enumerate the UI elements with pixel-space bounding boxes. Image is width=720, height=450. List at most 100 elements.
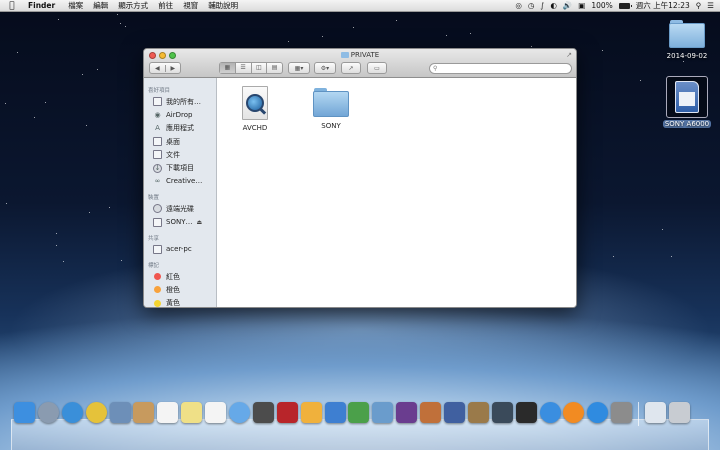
window-title-text: PRIVATE bbox=[350, 51, 380, 59]
sidebar-item-remote-disc[interactable]: 遠端光碟 bbox=[144, 202, 216, 215]
sidebar-item-label: 應用程式 bbox=[166, 124, 194, 133]
sidebar-item-tag-red[interactable]: 紅色 bbox=[144, 270, 216, 283]
sidebar-item-documents[interactable]: 文件 bbox=[144, 148, 216, 161]
drive-selection bbox=[666, 76, 708, 118]
imovie-icon[interactable] bbox=[396, 402, 418, 423]
tag-orange-icon bbox=[154, 286, 161, 294]
all-files-icon bbox=[153, 97, 162, 107]
remote-disc-icon bbox=[153, 204, 162, 214]
desktop-drive[interactable]: SONY A6000 bbox=[660, 76, 714, 128]
dock bbox=[14, 402, 690, 426]
app-store-icon[interactable] bbox=[587, 402, 609, 423]
sidebar-heading-tags: 標記 bbox=[148, 262, 160, 269]
photo-booth-icon[interactable] bbox=[276, 402, 298, 423]
system-preferences-icon[interactable] bbox=[611, 402, 633, 423]
desktop-folder-label: 2014-09-02 bbox=[666, 52, 708, 60]
sidebar-item-tag-yellow[interactable]: 黃色 bbox=[144, 297, 216, 307]
spotlight-icon[interactable]: ⚲ bbox=[696, 1, 702, 10]
battery-icon[interactable] bbox=[618, 2, 632, 9]
wifi-icon[interactable]: ◐ bbox=[550, 1, 557, 10]
app-menu-finder[interactable]: Finder bbox=[24, 1, 63, 10]
folder-icon bbox=[669, 20, 705, 48]
launchpad-icon[interactable] bbox=[37, 402, 59, 423]
file-item-avchd[interactable]: AVCHD bbox=[225, 86, 285, 132]
star bbox=[82, 74, 83, 75]
file-item-sony[interactable]: SONY bbox=[301, 86, 361, 130]
menu-go[interactable]: 前往 bbox=[153, 0, 178, 11]
tag-yellow-icon bbox=[154, 299, 161, 307]
contacts-icon[interactable] bbox=[133, 402, 155, 423]
notes-icon[interactable] bbox=[181, 402, 203, 423]
numbers-icon[interactable] bbox=[348, 402, 370, 423]
calendar-icon[interactable] bbox=[157, 402, 179, 423]
apple-icon[interactable]:  bbox=[0, 1, 24, 11]
eject-icon[interactable]: ⏏ bbox=[196, 219, 202, 226]
menu-help[interactable]: 輔助說明 bbox=[203, 0, 243, 11]
pages-icon[interactable] bbox=[300, 402, 322, 423]
coverflow-view-button[interactable]: ▤ bbox=[266, 63, 282, 73]
volume-icon[interactable]: 🔊 bbox=[563, 1, 572, 10]
star bbox=[662, 229, 663, 230]
search-icon: ⚲ bbox=[433, 65, 438, 72]
raw-converter-icon[interactable] bbox=[491, 402, 513, 423]
sidebar-item-label: 橙色 bbox=[166, 285, 180, 294]
image-capture-icon[interactable] bbox=[467, 402, 489, 423]
reminders-icon[interactable] bbox=[205, 402, 227, 423]
trash-icon[interactable] bbox=[668, 402, 690, 423]
menu-window[interactable]: 視窗 bbox=[178, 0, 203, 11]
sidebar-item-applications[interactable]: A 應用程式 bbox=[144, 122, 216, 135]
window-content: 喜好項目 我的所有… ◉ AirDrop A 應用程式 桌面 文件 ↓ 下載項目 ∞ C… bbox=[144, 78, 576, 307]
fullscreen-icon[interactable]: ↗ bbox=[566, 51, 572, 59]
tag-button[interactable]: ▭ bbox=[367, 62, 387, 74]
menu-edit[interactable]: 編輯 bbox=[88, 0, 113, 11]
itunes-icon[interactable] bbox=[539, 402, 561, 423]
keynote-icon[interactable] bbox=[324, 402, 346, 423]
sidebar-item-all-files[interactable]: 我的所有… bbox=[144, 95, 216, 108]
sidebar-item-airdrop[interactable]: ◉ AirDrop bbox=[144, 108, 216, 121]
sidebar-item-label: 遠端光碟 bbox=[166, 204, 194, 213]
sidebar-item-desktop[interactable]: 桌面 bbox=[144, 135, 216, 148]
menu-view[interactable]: 顯示方式 bbox=[113, 0, 153, 11]
creative-cloud-status-icon[interactable]: ◎ bbox=[515, 1, 522, 10]
battery-percent[interactable]: 100% bbox=[591, 1, 612, 10]
forward-button[interactable]: ▶ bbox=[164, 64, 181, 72]
iphoto-library-icon[interactable] bbox=[444, 402, 466, 423]
sidebar-item-downloads[interactable]: ↓ 下載項目 bbox=[144, 161, 216, 174]
sidebar-item-label: acer-pc bbox=[166, 245, 192, 254]
clock[interactable]: 週六 上午12:23 bbox=[636, 0, 690, 11]
input-source-icon[interactable]: ▣ bbox=[578, 1, 585, 10]
quicktime-document-icon bbox=[242, 86, 268, 120]
time-machine-icon[interactable]: ◷ bbox=[528, 1, 535, 10]
sidebar-item-sony[interactable]: SONY… ⏏ bbox=[144, 215, 216, 228]
share-button[interactable]: ↗ bbox=[341, 62, 361, 74]
column-view-button[interactable]: ◫ bbox=[250, 63, 267, 73]
bluetooth-icon[interactable]: ∫ bbox=[540, 1, 544, 10]
icon-view-button[interactable]: ▦ bbox=[220, 63, 235, 73]
back-button[interactable]: ◀ bbox=[150, 65, 165, 72]
action-button[interactable]: ⚙▾ bbox=[314, 62, 336, 74]
arrange-button[interactable]: ▦▾ bbox=[288, 62, 310, 74]
documents-stack-icon[interactable] bbox=[645, 402, 667, 423]
iphoto-icon[interactable] bbox=[372, 402, 394, 423]
sidebar-item-label: 文件 bbox=[166, 150, 180, 159]
preview-icon[interactable] bbox=[109, 402, 131, 423]
desktop-folder[interactable]: 2014-09-02 bbox=[662, 20, 712, 60]
messages-icon[interactable] bbox=[229, 402, 251, 423]
drive-icon bbox=[153, 217, 162, 227]
sidebar-item-tag-orange[interactable]: 橙色 bbox=[144, 283, 216, 296]
sidebar-item-acer-pc[interactable]: acer-pc bbox=[144, 243, 216, 256]
camera-icon[interactable] bbox=[515, 402, 537, 423]
safari-icon[interactable] bbox=[61, 402, 83, 423]
finder-icon[interactable] bbox=[14, 402, 35, 423]
sidebar-item-creative[interactable]: ∞ Creative… bbox=[144, 175, 216, 188]
ibooks-icon[interactable] bbox=[563, 402, 585, 423]
chrome-icon[interactable] bbox=[85, 402, 107, 423]
star bbox=[34, 117, 35, 118]
facetime-icon[interactable] bbox=[252, 402, 274, 423]
garageband-icon[interactable] bbox=[420, 402, 442, 423]
search-field[interactable]: ⚲ bbox=[429, 63, 572, 74]
sidebar-item-label: 我的所有… bbox=[166, 97, 201, 106]
notification-center-icon[interactable]: ☰ bbox=[707, 1, 714, 10]
menu-file[interactable]: 檔案 bbox=[63, 0, 88, 11]
list-view-button[interactable]: ☰ bbox=[234, 63, 251, 73]
